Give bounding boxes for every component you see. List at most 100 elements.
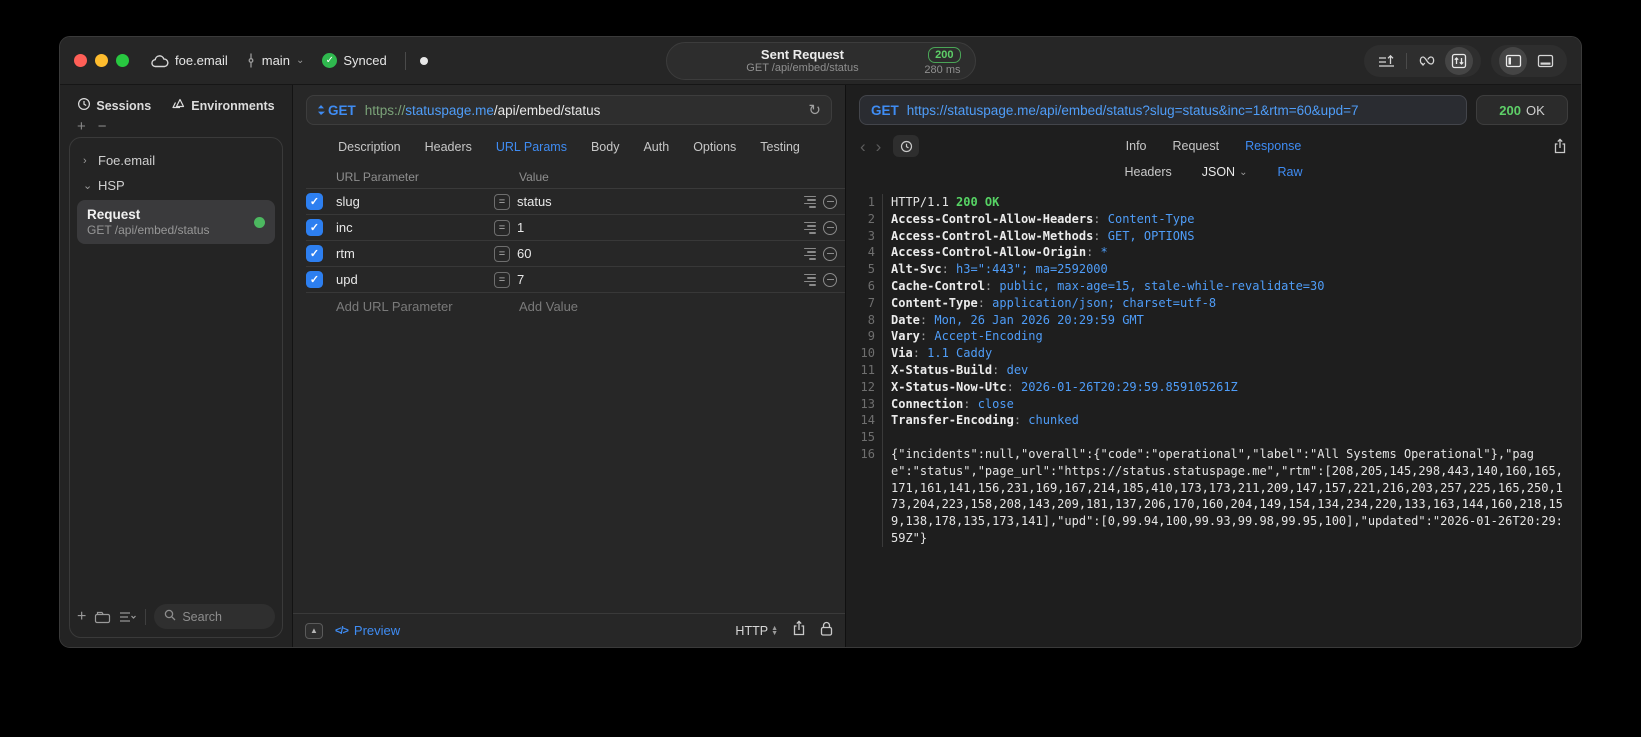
param-enabled-checkbox[interactable]: ✓ (306, 193, 323, 210)
code-line: 6 Cache-Control: public, max-age=15, stal… (846, 277, 1567, 295)
desktop: foe.email main ⌄ ✓ Synced Sent Request G… (0, 0, 1641, 737)
param-value-field[interactable]: status (517, 194, 552, 209)
add-session-button[interactable]: + (77, 118, 86, 135)
request-subtitle: GET /api/embed/status (746, 62, 859, 74)
timing-clock-icon[interactable] (893, 135, 920, 157)
remove-param-icon[interactable] (823, 246, 837, 261)
line-number: 3 (867, 228, 875, 243)
tab-url-params[interactable]: URL Params (496, 140, 567, 154)
param-description-icon[interactable] (804, 221, 816, 234)
collapse-panel-button[interactable]: ▲ (305, 622, 323, 639)
close-window-button[interactable] (74, 54, 87, 67)
history-forward-button[interactable]: › (876, 138, 882, 155)
send-receive-panel-icon[interactable] (1445, 46, 1473, 75)
minimize-window-button[interactable] (95, 54, 108, 67)
method-select-arrows-icon[interactable] (317, 104, 325, 116)
tree-item-label: HSP (98, 178, 125, 193)
param-value-field[interactable]: 1 (517, 220, 524, 235)
add-request-button[interactable]: + (77, 608, 86, 626)
param-row-rtm[interactable]: ✓ rtm = 60 (306, 241, 845, 267)
history-back-button[interactable]: ‹ (860, 138, 866, 155)
param-enabled-checkbox[interactable]: ✓ (306, 271, 323, 288)
tree-item-foe-email[interactable]: › Foe.email (77, 148, 275, 173)
zoom-window-button[interactable] (116, 54, 129, 67)
tab-info[interactable]: Info (1126, 139, 1147, 153)
param-description-icon[interactable] (804, 273, 816, 286)
share-icon[interactable] (792, 620, 806, 641)
param-row-upd[interactable]: ✓ upd = 7 (306, 267, 845, 293)
remove-session-button[interactable]: − (98, 118, 107, 135)
remove-param-icon[interactable] (823, 272, 837, 287)
view-tab-json[interactable]: JSON ⌄ (1202, 165, 1248, 179)
tab-description[interactable]: Description (338, 140, 401, 154)
equals-type-icon[interactable]: = (494, 271, 510, 288)
lock-icon[interactable] (820, 621, 833, 641)
param-enabled-checkbox[interactable]: ✓ (306, 245, 323, 262)
param-name-field[interactable]: rtm (336, 246, 494, 261)
branch-switcher[interactable]: main ⌄ (246, 53, 304, 68)
project-switcher[interactable]: foe.email (151, 53, 228, 68)
tab-request[interactable]: Request (1173, 139, 1220, 153)
left-sidebar-toggle-icon[interactable] (1499, 46, 1527, 75)
request-bottom-bar: ▲ </> Preview HTTP ▲ ▼ (293, 613, 845, 647)
param-name-field[interactable]: inc (336, 220, 494, 235)
equals-type-icon[interactable]: = (494, 193, 510, 210)
tab-body[interactable]: Body (591, 140, 620, 154)
sort-list-icon[interactable] (119, 611, 137, 623)
code-line: 11 X-Status-Build: dev (846, 361, 1567, 379)
request-method[interactable]: GET (328, 103, 356, 118)
request-list-item-selected[interactable]: Request GET /api/embed/status (77, 200, 275, 244)
line-number: 1 (867, 195, 875, 209)
tab-response[interactable]: Response (1245, 139, 1301, 153)
preview-button[interactable]: </> Preview (335, 623, 400, 638)
param-name-field[interactable]: upd (336, 272, 494, 287)
add-parameter-placeholder[interactable]: Add URL Parameter (336, 299, 494, 314)
response-code[interactable]: 1 HTTP/1.1 200 OK 2 Access-Control-Allow-He… (846, 188, 1581, 647)
remove-param-icon[interactable] (823, 194, 837, 209)
param-row-slug[interactable]: ✓ slug = status (306, 189, 845, 215)
view-tab-headers[interactable]: Headers (1125, 165, 1172, 179)
requests-loop-icon[interactable] (1413, 47, 1441, 75)
export-response-icon[interactable] (1553, 138, 1567, 154)
param-value-field[interactable]: 60 (517, 246, 531, 261)
new-folder-icon[interactable] (94, 610, 111, 624)
toolbar-right (1364, 44, 1567, 77)
protocol-label: HTTP (735, 623, 769, 638)
sync-status[interactable]: ✓ Synced (322, 53, 387, 68)
tree-item-hsp[interactable]: ⌄ HSP (77, 173, 275, 198)
history-clock-icon (77, 97, 91, 114)
tab-auth[interactable]: Auth (643, 140, 669, 154)
code-line: 14 Transfer-Encoding: chunked (846, 412, 1567, 430)
resend-refresh-icon[interactable]: ↻ (808, 101, 821, 119)
protocol-selector[interactable]: HTTP ▲ ▼ (735, 624, 778, 638)
request-url-bar[interactable]: GET https://statuspage.me/api/embed/stat… (306, 95, 832, 125)
remove-param-icon[interactable] (823, 220, 837, 235)
request-item-title: Request (87, 207, 141, 222)
equals-type-icon[interactable]: = (494, 245, 510, 262)
param-description-icon[interactable] (804, 195, 816, 208)
equals-type-icon[interactable]: = (494, 219, 510, 236)
tab-options[interactable]: Options (693, 140, 736, 154)
line-number: 5 (867, 262, 875, 277)
sent-request-capsule[interactable]: Sent Request GET /api/embed/status 200 2… (665, 42, 976, 80)
param-value-field[interactable]: 7 (517, 272, 524, 287)
search-input[interactable]: Search (154, 604, 275, 629)
titlebar-divider (404, 51, 406, 70)
add-value-placeholder[interactable]: Add Value (494, 299, 845, 314)
request-item-subtitle: GET /api/embed/status (87, 223, 210, 237)
tab-environments[interactable]: Environments (171, 97, 275, 114)
bottom-panel-toggle-icon[interactable] (1531, 47, 1559, 75)
url-path: /api/embed/status (493, 102, 601, 118)
param-enabled-checkbox[interactable]: ✓ (306, 219, 323, 236)
view-tab-raw[interactable]: Raw (1277, 165, 1302, 179)
tab-testing[interactable]: Testing (760, 140, 800, 154)
tab-headers[interactable]: Headers (425, 140, 472, 154)
response-url-bar[interactable]: GET https://statuspage.me/api/embed/stat… (859, 95, 1467, 125)
param-row-inc[interactable]: ✓ inc = 1 (306, 215, 845, 241)
param-description-icon[interactable] (804, 247, 816, 260)
code-line: 4 Access-Control-Allow-Origin: * (846, 244, 1567, 262)
tab-sessions[interactable]: Sessions (77, 97, 151, 114)
param-name-field[interactable]: slug (336, 194, 494, 209)
export-lines-icon[interactable] (1372, 47, 1400, 75)
sessions-panel: › Foe.email ⌄ HSP Request GET /api/embed… (69, 137, 283, 638)
